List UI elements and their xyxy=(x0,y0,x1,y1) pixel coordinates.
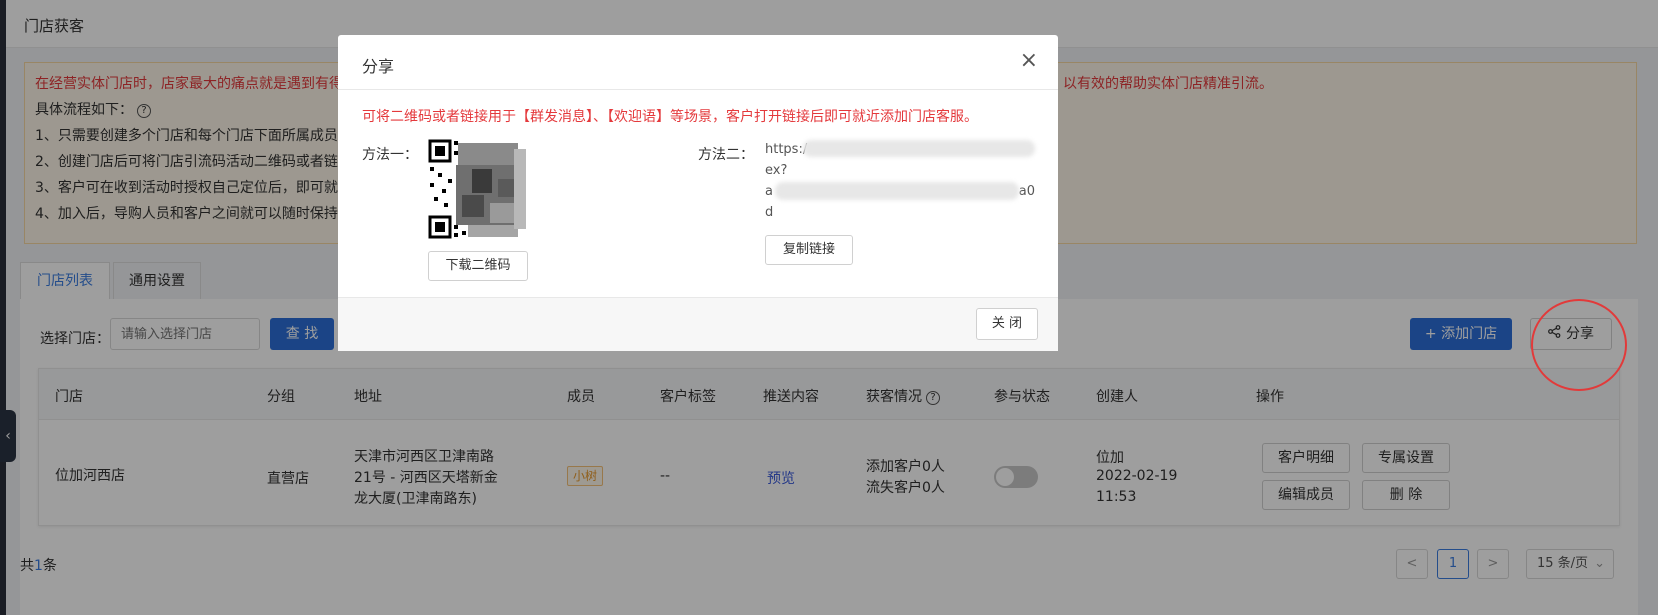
link-line-2: ex? xyxy=(765,163,788,178)
dialog-title: 分享 xyxy=(362,57,395,76)
dialog-header: 分享 × xyxy=(338,35,1058,90)
dialog-close-button[interactable]: 关 闭 xyxy=(976,308,1038,340)
method1-label: 方法一： xyxy=(362,147,418,163)
close-icon[interactable]: × xyxy=(1020,49,1038,73)
copy-link-button[interactable]: 复制链接 xyxy=(765,235,853,265)
method2-label: 方法二： xyxy=(698,147,754,163)
redacted-link-bar-1 xyxy=(803,140,1035,157)
link-line-1-text: https:/ xyxy=(765,142,808,157)
link-line-4: d xyxy=(765,205,774,220)
redacted-link-bar-2 xyxy=(775,182,1019,200)
download-qr-button[interactable]: 下载二维码 xyxy=(428,251,528,281)
share-dialog: 分享 × 可将二维码或者链接用于【群发消息】、【欢迎语】等场景，客户打开链接后即… xyxy=(338,35,1058,351)
link-line-3-tail: a0 xyxy=(1018,184,1035,199)
link-line-3-text: a xyxy=(765,184,773,199)
highlight-circle xyxy=(1531,299,1627,391)
dialog-footer: 关 闭 xyxy=(338,297,1058,351)
qr-code-image xyxy=(428,139,528,239)
dialog-description: 可将二维码或者链接用于【群发消息】、【欢迎语】等场景，客户打开链接后即可就近添加… xyxy=(362,109,978,125)
